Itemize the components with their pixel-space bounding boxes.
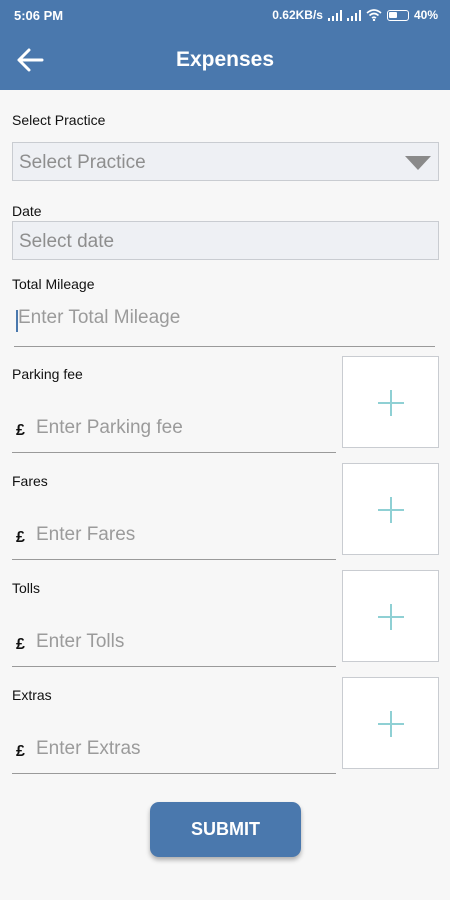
parking-fee-input[interactable] xyxy=(36,417,326,439)
date-label: Date xyxy=(12,203,42,219)
plus-icon xyxy=(378,497,404,523)
status-bar: 5:06 PM 0.62KB/s 40% xyxy=(0,0,450,30)
network-speed: 0.62KB/s xyxy=(272,8,323,22)
fares-label: Fares xyxy=(12,473,48,489)
parking-fee-label: Parking fee xyxy=(12,366,83,382)
mileage-label: Total Mileage xyxy=(12,276,95,292)
practice-label: Select Practice xyxy=(12,112,106,128)
parking-fee-add-receipt-button[interactable] xyxy=(342,356,439,448)
tolls-input[interactable] xyxy=(36,631,326,653)
currency-symbol: £ xyxy=(16,743,25,760)
date-placeholder: Select date xyxy=(19,231,115,252)
signal-icon-2 xyxy=(346,9,361,21)
battery-icon xyxy=(386,9,409,21)
fares-field: £ xyxy=(12,516,336,560)
mileage-input[interactable] xyxy=(18,307,418,329)
fares-add-receipt-button[interactable] xyxy=(342,463,439,555)
date-field[interactable]: Select date xyxy=(12,221,439,260)
tolls-label: Tolls xyxy=(12,580,41,596)
signal-icon xyxy=(327,9,342,21)
tolls-field: £ xyxy=(12,623,336,667)
practice-select[interactable]: Select Practice xyxy=(12,142,439,181)
plus-icon xyxy=(378,711,404,737)
status-time: 5:06 PM xyxy=(14,8,64,23)
extras-input[interactable] xyxy=(36,738,326,760)
plus-icon xyxy=(378,604,404,630)
page-title: Expenses xyxy=(175,48,275,71)
parking-fee-field: £ xyxy=(12,409,336,453)
dropdown-caret-icon xyxy=(405,156,431,170)
practice-select-placeholder: Select Practice xyxy=(19,152,146,173)
extras-field: £ xyxy=(12,730,336,774)
battery-level: 40% xyxy=(413,8,438,22)
submit-button[interactable]: SUBMIT xyxy=(150,802,301,857)
app-bar: Expenses xyxy=(0,30,450,90)
mileage-field-container xyxy=(14,303,435,347)
extras-add-receipt-button[interactable] xyxy=(342,677,439,769)
currency-symbol: £ xyxy=(16,529,25,546)
tolls-add-receipt-button[interactable] xyxy=(342,570,439,662)
currency-symbol: £ xyxy=(16,422,25,439)
extras-label: Extras xyxy=(12,687,52,703)
fares-input[interactable] xyxy=(36,524,326,546)
currency-symbol: £ xyxy=(16,636,25,653)
plus-icon xyxy=(378,390,404,416)
wifi-icon xyxy=(366,9,382,21)
